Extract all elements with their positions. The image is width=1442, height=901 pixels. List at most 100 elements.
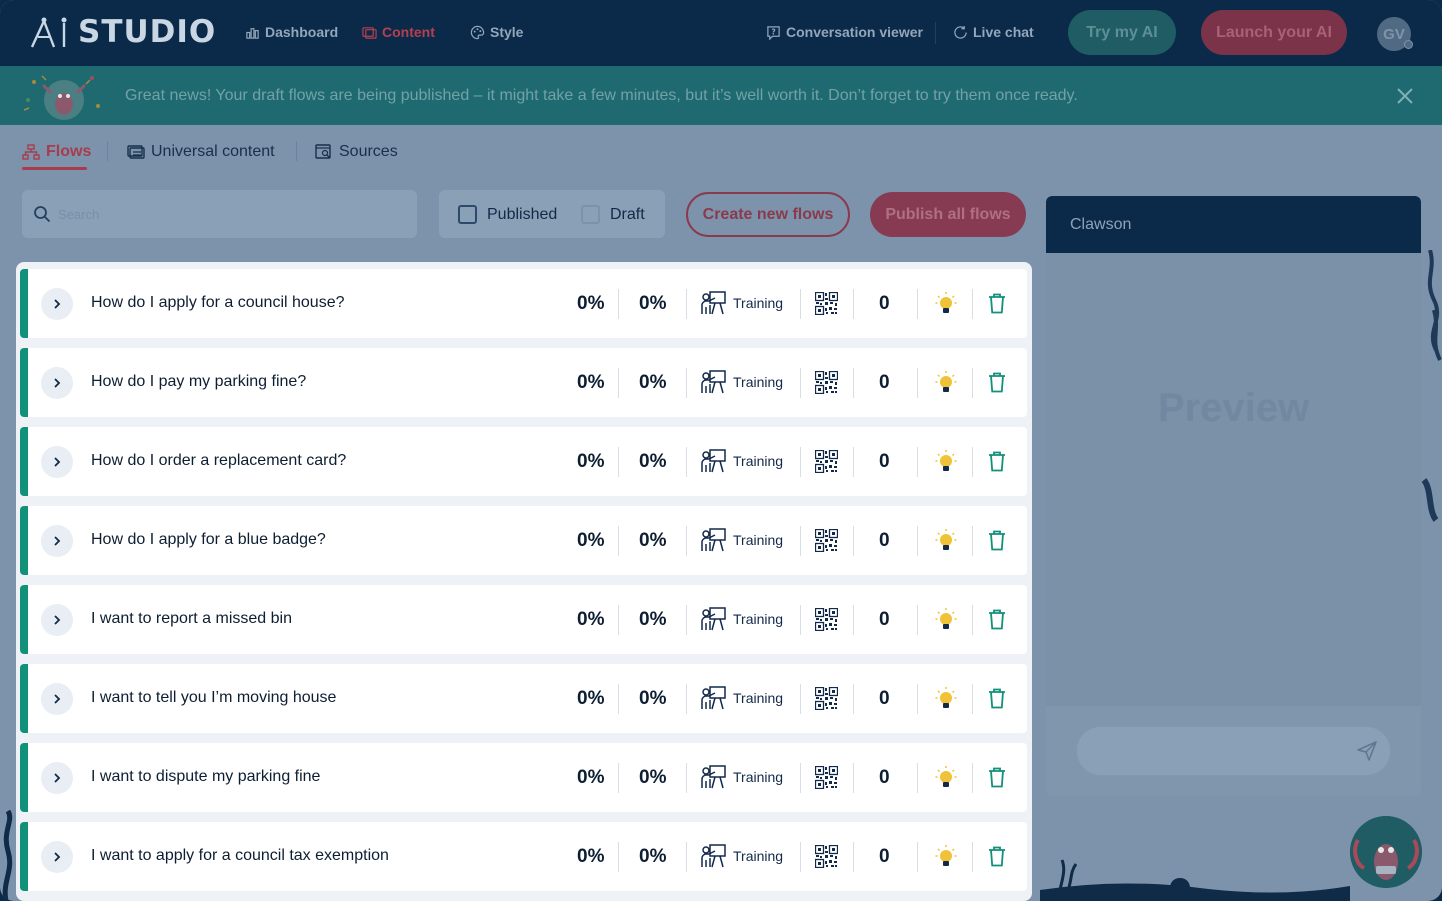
qr-code-icon[interactable] bbox=[815, 687, 838, 710]
training-button[interactable]: Training bbox=[701, 607, 783, 631]
flow-row[interactable]: I want to apply for a council tax exempt… bbox=[20, 822, 1027, 891]
flow-count: 0 bbox=[879, 609, 890, 630]
qr-code-icon[interactable] bbox=[815, 292, 838, 315]
flow-title[interactable]: How do I apply for a council house? bbox=[91, 294, 344, 312]
trash-icon[interactable] bbox=[988, 530, 1006, 551]
published-indicator bbox=[20, 822, 28, 891]
qr-code-icon[interactable] bbox=[815, 371, 838, 394]
flow-title[interactable]: I want to apply for a council tax exempt… bbox=[91, 847, 389, 865]
seabed-decoration-icon bbox=[1040, 859, 1350, 901]
flow-title[interactable]: How do I pay my parking fine? bbox=[91, 373, 306, 391]
published-checkbox[interactable]: Published bbox=[458, 205, 557, 224]
nav-conversation-viewer[interactable]: ? Conversation viewer bbox=[766, 24, 923, 40]
flow-stat-primary: 0% bbox=[577, 846, 605, 867]
search-field[interactable] bbox=[22, 190, 417, 238]
trash-icon[interactable] bbox=[988, 846, 1006, 867]
training-label: Training bbox=[733, 532, 784, 548]
launch-your-ai-button[interactable]: Launch your AI bbox=[1201, 10, 1347, 55]
chevron-right-icon bbox=[54, 457, 61, 467]
avatar[interactable]: GV bbox=[1377, 17, 1413, 51]
lightbulb-icon[interactable] bbox=[935, 449, 957, 475]
search-input[interactable] bbox=[58, 204, 398, 224]
row-divider bbox=[972, 605, 973, 635]
expand-button[interactable] bbox=[41, 446, 73, 478]
publish-all-flows-button[interactable]: Publish all flows bbox=[870, 192, 1026, 237]
expand-button[interactable] bbox=[41, 367, 73, 399]
nav-style[interactable]: Style bbox=[470, 24, 523, 40]
expand-button[interactable] bbox=[41, 683, 73, 715]
create-new-flows-button[interactable]: Create new flows bbox=[686, 192, 850, 237]
trash-icon[interactable] bbox=[988, 609, 1006, 630]
training-button[interactable]: Training bbox=[701, 370, 783, 394]
lightbulb-icon[interactable] bbox=[935, 370, 957, 396]
tab-universal-content[interactable]: Universal content bbox=[127, 143, 275, 161]
training-label: Training bbox=[733, 453, 784, 469]
lightbulb-icon[interactable] bbox=[935, 844, 957, 870]
training-button[interactable]: Training bbox=[701, 291, 783, 315]
lightbulb-icon[interactable] bbox=[935, 686, 957, 712]
qr-code-icon[interactable] bbox=[815, 608, 838, 631]
tab-flows[interactable]: Flows bbox=[22, 143, 91, 161]
trash-icon[interactable] bbox=[988, 293, 1006, 314]
flow-row[interactable]: How do I pay my parking fine? 0% 0% Trai… bbox=[20, 348, 1027, 417]
assistant-mascot-button[interactable] bbox=[1350, 816, 1422, 888]
flow-title[interactable]: I want to dispute my parking fine bbox=[91, 768, 320, 786]
row-divider bbox=[853, 842, 854, 872]
close-icon[interactable] bbox=[1396, 87, 1414, 105]
expand-button[interactable] bbox=[41, 841, 73, 873]
flow-row[interactable]: I want to tell you I’m moving house 0% 0… bbox=[20, 664, 1027, 733]
row-divider bbox=[917, 368, 918, 398]
flow-stat-secondary: 0% bbox=[639, 451, 667, 472]
nav-live-chat[interactable]: Live chat bbox=[953, 24, 1034, 40]
training-button[interactable]: Training bbox=[701, 449, 783, 473]
flow-row[interactable]: How do I apply for a blue badge? 0% 0% T… bbox=[20, 506, 1027, 575]
logo[interactable]: STUDIO bbox=[30, 14, 216, 50]
trash-icon[interactable] bbox=[988, 372, 1006, 393]
flow-count: 0 bbox=[879, 451, 890, 472]
lightbulb-icon[interactable] bbox=[935, 528, 957, 554]
lightbulb-icon[interactable] bbox=[935, 607, 957, 633]
avatar-initials: GV bbox=[1383, 25, 1405, 43]
training-button[interactable]: Training bbox=[701, 686, 783, 710]
row-divider bbox=[686, 447, 687, 477]
trash-icon[interactable] bbox=[988, 767, 1006, 788]
trash-icon[interactable] bbox=[988, 688, 1006, 709]
row-divider bbox=[686, 289, 687, 319]
nav-content[interactable]: Content bbox=[362, 24, 435, 40]
banner-message: Great news! Your draft flows are being p… bbox=[125, 87, 1078, 104]
qr-code-icon[interactable] bbox=[815, 450, 838, 473]
qr-code-icon[interactable] bbox=[815, 529, 838, 552]
expand-button[interactable] bbox=[41, 762, 73, 794]
row-divider bbox=[686, 684, 687, 714]
expand-button[interactable] bbox=[41, 288, 73, 320]
training-button[interactable]: Training bbox=[701, 844, 783, 868]
published-indicator bbox=[20, 506, 28, 575]
flow-row[interactable]: How do I apply for a council house? 0% 0… bbox=[20, 269, 1027, 338]
tab-sources[interactable]: Sources bbox=[315, 143, 398, 161]
row-divider bbox=[618, 447, 619, 477]
qr-code-icon[interactable] bbox=[815, 845, 838, 868]
flow-title[interactable]: How do I order a replacement card? bbox=[91, 452, 346, 470]
draft-checkbox[interactable]: Draft bbox=[581, 205, 645, 224]
status-dot-icon bbox=[1404, 40, 1413, 49]
flow-title[interactable]: I want to report a missed bin bbox=[91, 610, 292, 628]
qr-code-icon[interactable] bbox=[815, 766, 838, 789]
published-indicator bbox=[20, 348, 28, 417]
try-my-ai-button[interactable]: Try my AI bbox=[1068, 10, 1176, 55]
expand-button[interactable] bbox=[41, 604, 73, 636]
flow-row[interactable]: I want to report a missed bin 0% 0% Trai… bbox=[20, 585, 1027, 654]
flow-title[interactable]: I want to tell you I’m moving house bbox=[91, 689, 336, 707]
lightbulb-icon[interactable] bbox=[935, 765, 957, 791]
flow-row[interactable]: How do I order a replacement card? 0% 0%… bbox=[20, 427, 1027, 496]
lightbulb-icon[interactable] bbox=[935, 291, 957, 317]
training-button[interactable]: Training bbox=[701, 528, 783, 552]
flow-row[interactable]: I want to dispute my parking fine 0% 0% … bbox=[20, 743, 1027, 812]
nav-dashboard[interactable]: Dashboard bbox=[245, 24, 338, 40]
expand-button[interactable] bbox=[41, 525, 73, 557]
flow-stat-secondary: 0% bbox=[639, 688, 667, 709]
preview-message-input[interactable] bbox=[1076, 726, 1391, 776]
training-button[interactable]: Training bbox=[701, 765, 783, 789]
trash-icon[interactable] bbox=[988, 451, 1006, 472]
flow-title[interactable]: How do I apply for a blue badge? bbox=[91, 531, 326, 549]
send-icon[interactable] bbox=[1356, 740, 1378, 762]
